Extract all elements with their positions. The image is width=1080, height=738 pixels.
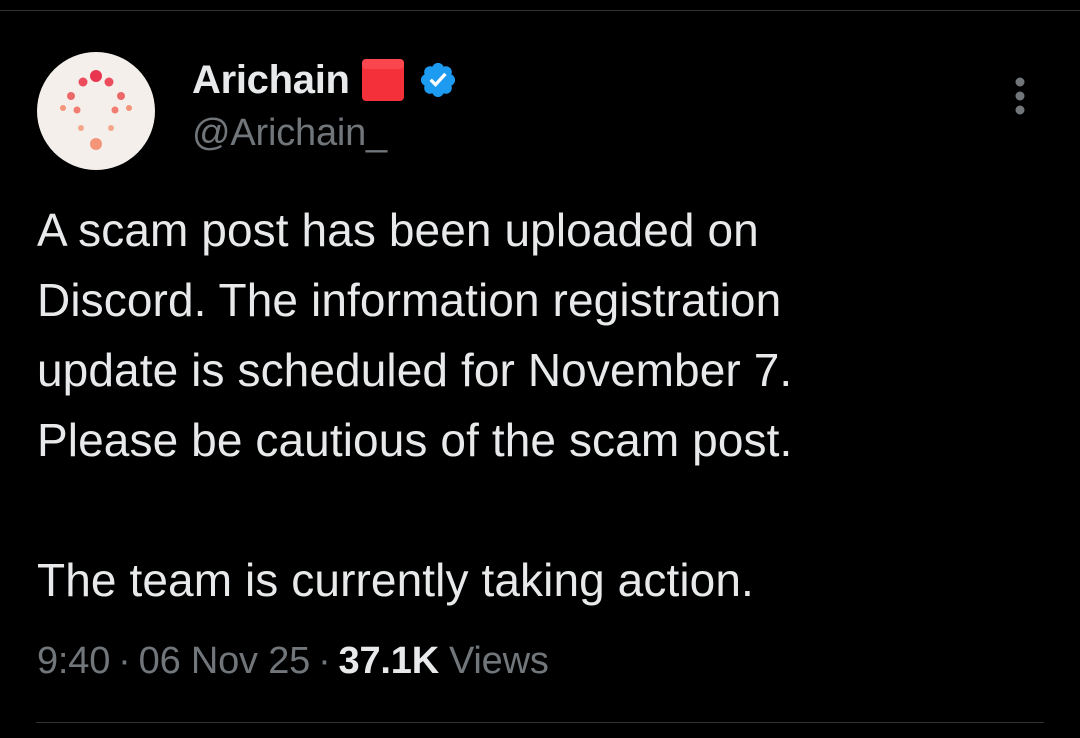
author-display-name[interactable]: Arichain [192,58,350,103]
red-square-emoji-icon [360,57,406,103]
tweet-time[interactable]: 9:40 [37,640,110,683]
tweet-line: Discord. The information registration [37,274,782,326]
views-label: Views [448,639,549,682]
tweet-line: The team is currently taking action. [37,554,754,606]
tweet-date[interactable]: 06 Nov 25 [139,640,311,683]
author-name-row: Arichain [192,56,458,104]
more-options-button[interactable] [1004,72,1036,120]
more-vertical-icon [1015,77,1025,115]
tweet-line: A scam post has been uploaded on [37,204,759,256]
tweet-line: update is scheduled for November 7. [37,344,793,396]
tweet-text: A scam post has been uploaded on Discord… [37,195,1037,615]
meta-separator: · [318,639,331,682]
avatar[interactable] [37,52,155,170]
tweet-meta: 9:40 · 06 Nov 25 · 37.1K Views [37,636,549,686]
arichain-logo-icon [60,70,132,150]
bottom-divider [36,722,1044,723]
author-handle[interactable]: @Arichain_ [192,112,387,155]
tweet-line: Please be cautious of the scam post. [37,414,793,466]
verified-badge-icon[interactable] [418,60,458,100]
meta-separator: · [118,639,131,682]
views-count[interactable]: 37.1K [339,640,440,683]
top-divider [0,10,1080,11]
